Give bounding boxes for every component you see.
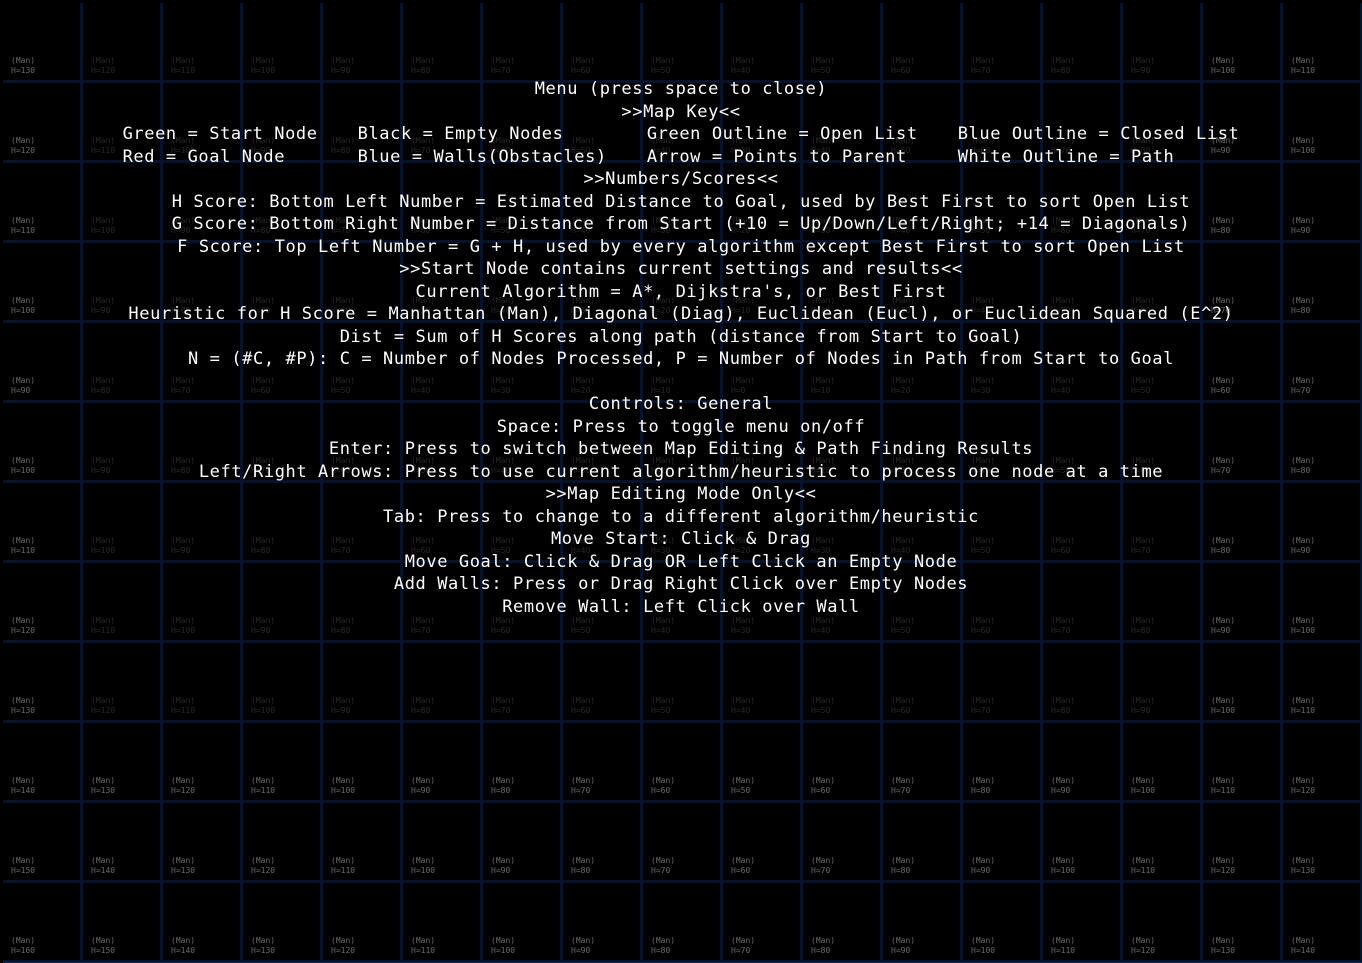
map-key-header: >>Map Key<< xyxy=(621,101,741,122)
controls-general-header: Controls: General xyxy=(588,394,774,414)
map-key-legend: Green = Start Node Red = Goal Node Black… xyxy=(0,123,1362,168)
menu-overlay: Menu (press space to close) >>Map Key<< … xyxy=(0,0,1362,962)
legend-walls: Blue = Walls(Obstacles) xyxy=(357,146,607,167)
tab-control-line: Tab: Press to change to a different algo… xyxy=(383,506,979,527)
current-algorithm-line: Current Algorithm = A*, Dijkstra's, or B… xyxy=(415,281,947,302)
heuristic-line: Heuristic for H Score = Manhattan (Man),… xyxy=(128,304,1234,324)
n-line: N = (#C, #P): C = Number of Nodes Proces… xyxy=(188,349,1174,369)
enter-control-line: Enter: Press to switch between Map Editi… xyxy=(328,439,1034,459)
legend-empty: Black = Empty Nodes xyxy=(357,124,564,144)
legend-column: Green Outline = Open List Arrow = Points… xyxy=(647,123,918,168)
legend-path: White Outline = Path xyxy=(957,146,1175,167)
legend-start: Green = Start Node xyxy=(122,124,318,144)
legend-column: Black = Empty Nodes Blue = Walls(Obstacl… xyxy=(358,123,607,168)
add-walls-line: Add Walls: Press or Drag Right Click ove… xyxy=(393,574,969,594)
f-score-line: F Score: Top Left Number = G + H, used b… xyxy=(177,236,1185,257)
legend-arrow: Arrow = Points to Parent xyxy=(646,146,907,167)
legend-column: Blue Outline = Closed List White Outline… xyxy=(958,123,1240,168)
map-editing-header: >>Map Editing Mode Only<< xyxy=(545,484,817,504)
legend-goal: Red = Goal Node xyxy=(122,146,286,167)
legend-closed-list: Blue Outline = Closed List xyxy=(957,124,1240,144)
g-score-line: G Score: Bottom Right Number = Distance … xyxy=(171,214,1191,234)
remove-wall-line: Remove Wall: Left Click over Wall xyxy=(502,596,860,617)
menu-title: Menu (press space to close) xyxy=(534,79,828,99)
arrows-control-line: Left/Right Arrows: Press to use current … xyxy=(198,461,1164,482)
move-start-line: Move Start: Click & Drag xyxy=(550,529,812,549)
help-menu: Menu (press space to close) >>Map Key<< … xyxy=(0,78,1362,618)
h-score-line: H Score: Bottom Left Number = Estimated … xyxy=(171,191,1191,212)
legend-open-list: Green Outline = Open List xyxy=(646,124,918,144)
legend-column: Green = Start Node Red = Goal Node xyxy=(123,123,318,168)
start-node-header: >>Start Node contains current settings a… xyxy=(399,259,963,279)
space-control-line: Space: Press to toggle menu on/off xyxy=(496,416,866,437)
move-goal-line: Move Goal: Click & Drag OR Left Click an… xyxy=(404,551,958,572)
dist-line: Dist = Sum of H Scores along path (dista… xyxy=(339,326,1023,347)
numbers-header: >>Numbers/Scores<< xyxy=(583,169,779,189)
